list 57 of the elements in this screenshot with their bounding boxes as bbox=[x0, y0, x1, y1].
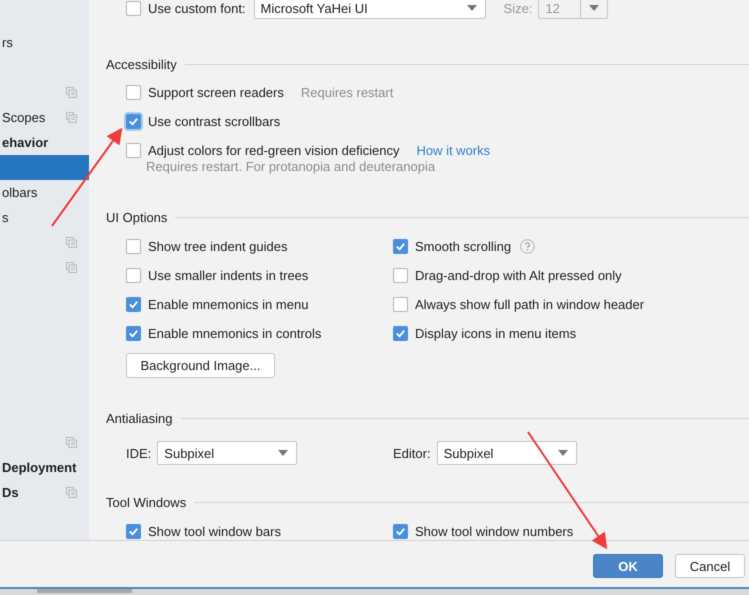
checkbox[interactable] bbox=[126, 524, 141, 539]
checkbox[interactable] bbox=[126, 85, 141, 100]
checkbox-label: Show tool window numbers bbox=[415, 524, 574, 539]
checkbox[interactable] bbox=[126, 297, 141, 312]
checkbox-label: Adjust colors for red-green vision deficiency bbox=[148, 143, 400, 158]
sidebar-item[interactable]: Scopes bbox=[0, 105, 89, 130]
checkbox-label: Drag-and-drop with Alt pressed only bbox=[415, 268, 622, 283]
ok-button[interactable]: OK bbox=[593, 554, 663, 578]
checkbox-label: Always show full path in window header bbox=[415, 297, 644, 312]
sidebar-item[interactable]: rs bbox=[0, 30, 89, 55]
checkbox-label: Show tool window bars bbox=[148, 524, 281, 539]
checkbox-label: Show tree indent guides bbox=[148, 239, 288, 254]
checkbox[interactable] bbox=[393, 326, 408, 341]
checkbox[interactable] bbox=[126, 114, 141, 129]
sidebar-item[interactable]: olbars bbox=[0, 180, 89, 205]
sidebar-item[interactable]: Deployment bbox=[0, 455, 89, 480]
checkbox-label: Enable mnemonics in controls bbox=[148, 326, 322, 341]
copy-icon bbox=[66, 87, 77, 98]
how-it-works-link[interactable]: How it works bbox=[416, 143, 490, 158]
checkbox-label: Use smaller indents in trees bbox=[148, 268, 308, 283]
copy-icon bbox=[66, 487, 77, 498]
cancel-button[interactable]: Cancel bbox=[675, 554, 745, 578]
checkbox[interactable] bbox=[126, 239, 141, 254]
checkbox[interactable] bbox=[126, 268, 141, 283]
checkbox-label: Use custom font: bbox=[148, 0, 246, 16]
checkbox[interactable] bbox=[126, 326, 141, 341]
copy-icon bbox=[66, 437, 77, 448]
copy-icon bbox=[66, 112, 77, 123]
checkbox-label: Enable mnemonics in menu bbox=[148, 297, 308, 312]
checkbox[interactable] bbox=[393, 239, 408, 254]
restart-note: Requires restart bbox=[300, 85, 394, 100]
checkbox-label: Support screen readers bbox=[148, 85, 284, 100]
section-title: Tool Windows bbox=[106, 494, 186, 510]
field-label: Editor: bbox=[393, 446, 431, 460]
checkbox-label: Use contrast scrollbars bbox=[148, 114, 280, 129]
antialiasing-dropdown[interactable]: Subpixel bbox=[436, 441, 577, 465]
checkbox-label: Smooth scrolling bbox=[415, 239, 512, 254]
sidebar-item[interactable]: s bbox=[0, 205, 89, 230]
copy-icon bbox=[66, 237, 77, 248]
scrollbar-thumb[interactable] bbox=[37, 589, 132, 593]
help-icon[interactable] bbox=[520, 239, 536, 254]
checkbox[interactable] bbox=[393, 297, 408, 312]
sidebar-item[interactable]: ehavior bbox=[0, 130, 89, 155]
copy-icon bbox=[66, 262, 77, 273]
section-title: UI Options bbox=[106, 210, 168, 224]
section-title: Antialiasing bbox=[106, 410, 172, 426]
field-label: IDE: bbox=[126, 446, 152, 460]
antialiasing-dropdown[interactable]: Subpixel bbox=[157, 441, 298, 465]
hint-text: Requires restart. For protanopia and deuteranopia bbox=[145, 159, 436, 176]
sidebar-item[interactable]: Ds bbox=[0, 480, 89, 505]
size-label: Size: bbox=[504, 0, 532, 16]
checkbox[interactable] bbox=[126, 143, 141, 158]
checkbox[interactable] bbox=[393, 268, 408, 283]
checkbox-label: Display icons in menu items bbox=[415, 326, 576, 341]
section-title: Accessibility bbox=[106, 56, 177, 72]
background-image-button[interactable]: Background Image... bbox=[126, 353, 275, 378]
checkbox[interactable] bbox=[393, 524, 408, 539]
